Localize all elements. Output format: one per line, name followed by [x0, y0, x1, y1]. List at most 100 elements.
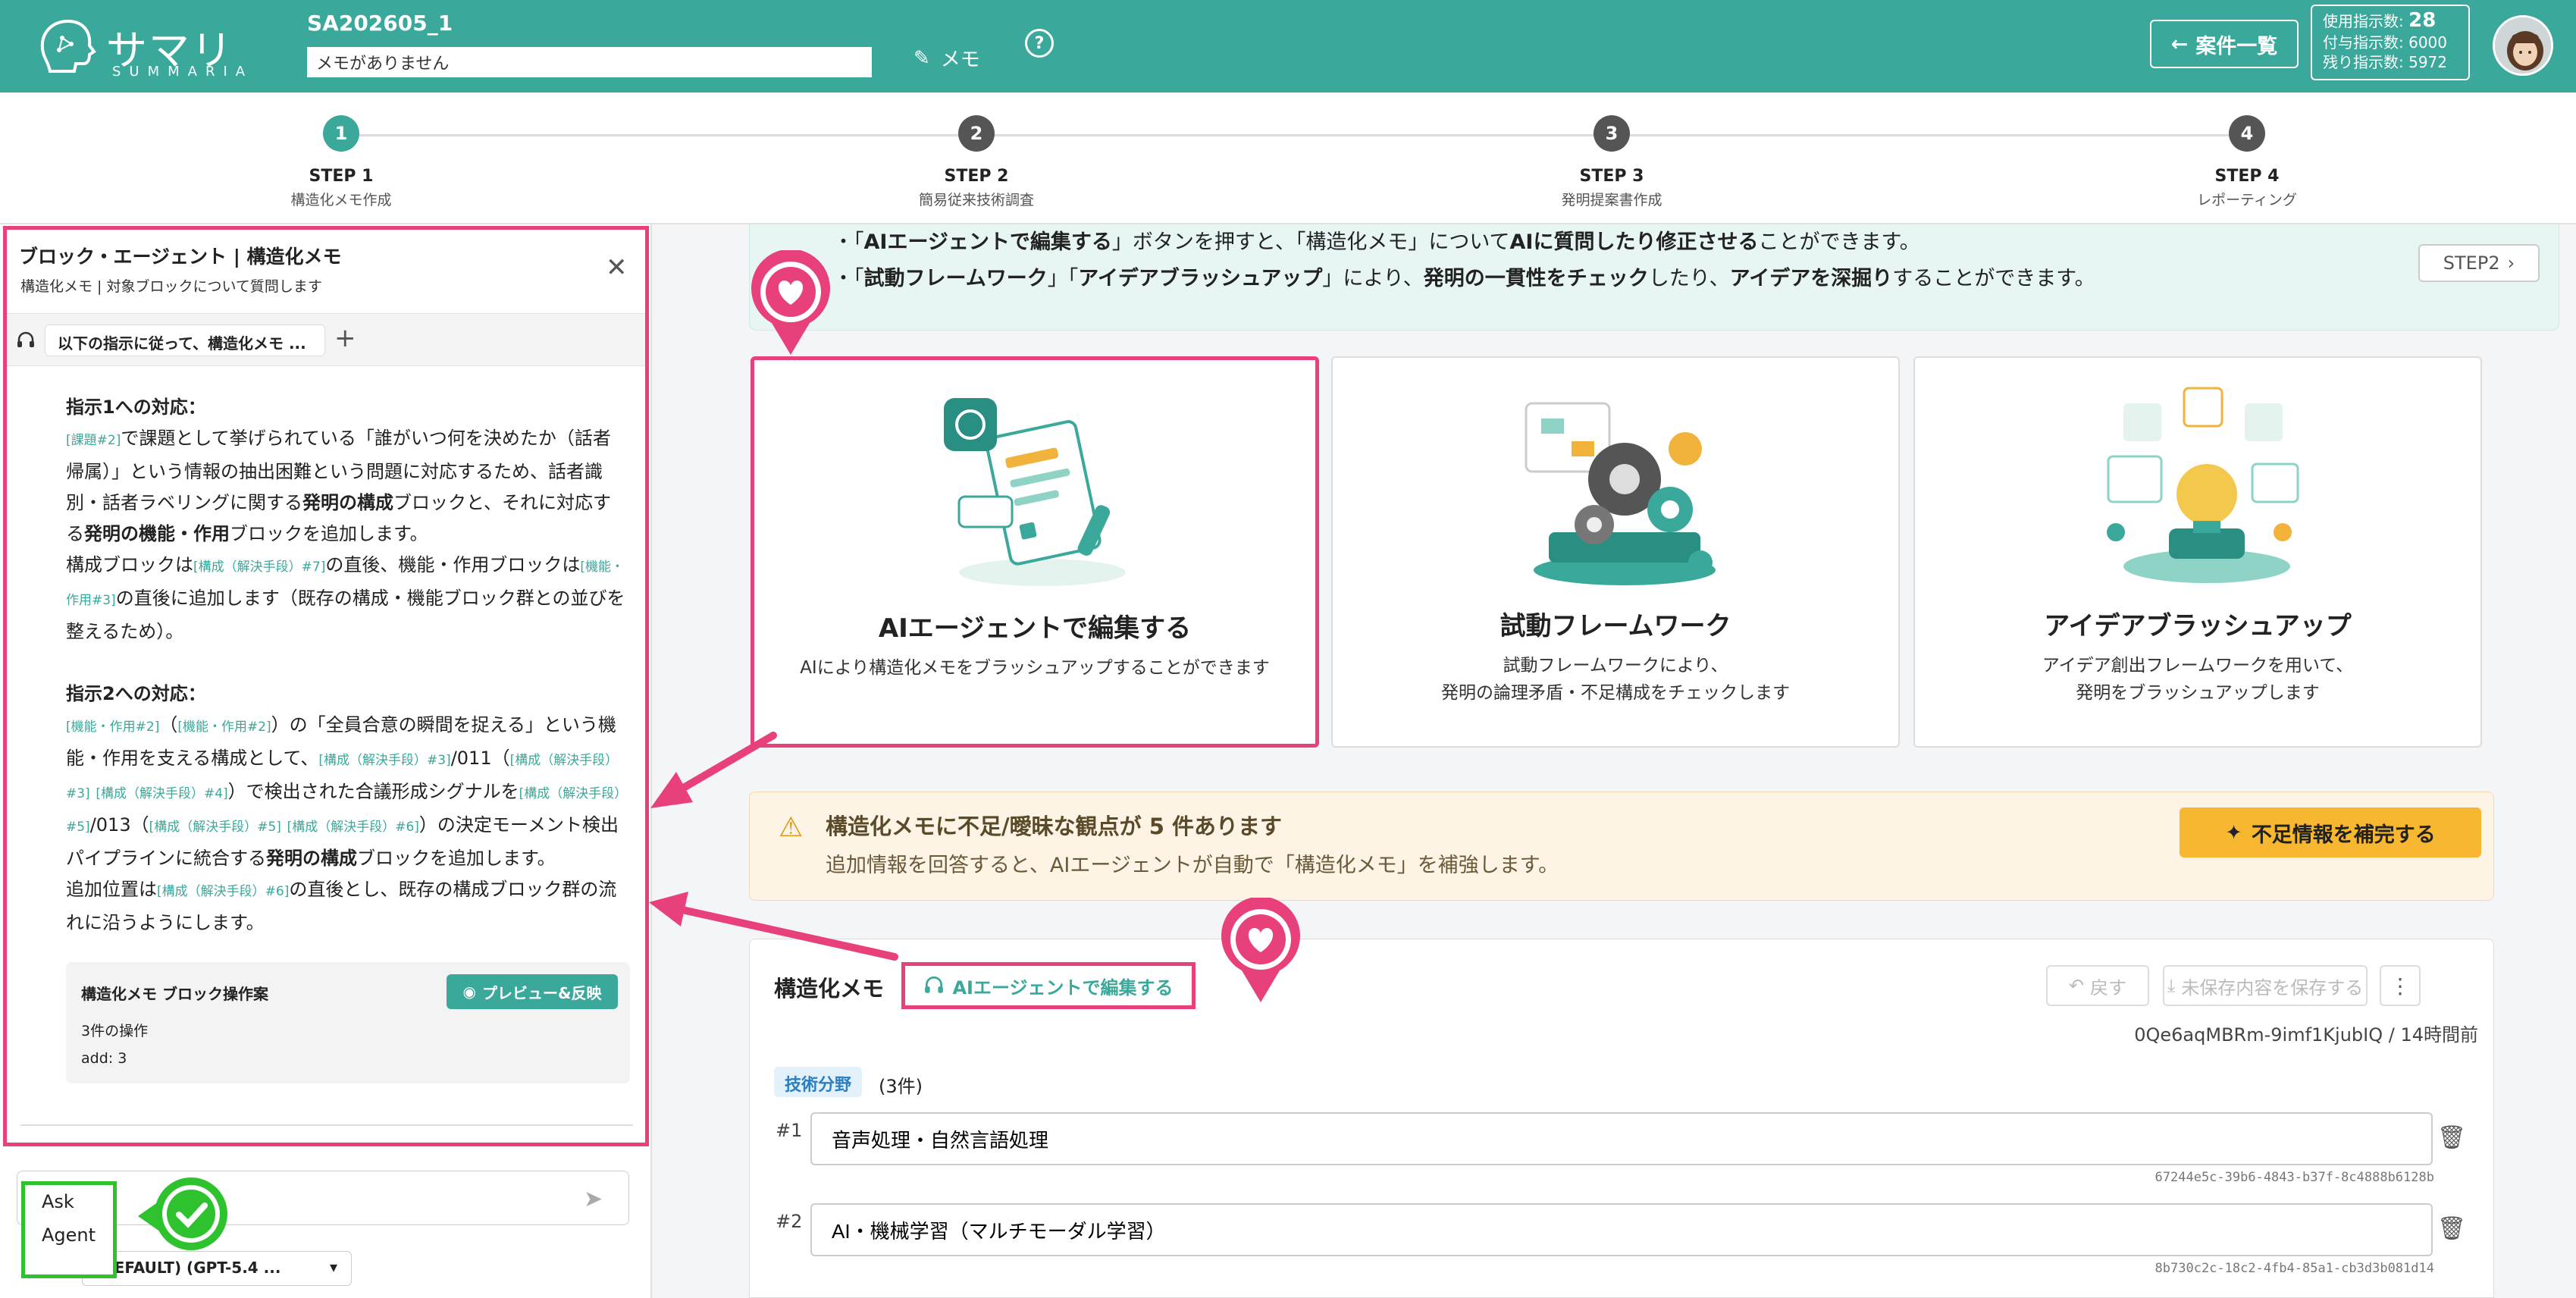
- memo-row-input[interactable]: [810, 1112, 2433, 1165]
- undo-icon: ↶: [2068, 975, 2085, 996]
- ops-add: add: 3: [81, 1050, 127, 1067]
- card-1-desc-1: AIにより構造化メモをブラッシュアップすることができます: [800, 658, 1270, 678]
- ref-tag[interactable]: [構成（解決手段）#6]: [287, 820, 419, 835]
- logo-subtext: SUMMARIA: [112, 64, 254, 80]
- memo-id-timestamp: 0Qe6aqMBRm-9imf1KjubIQ / 14時間前: [2134, 1024, 2478, 1046]
- memo-field[interactable]: [307, 47, 872, 77]
- trash-icon[interactable]: 🗑: [2437, 1215, 2466, 1242]
- help-icon[interactable]: ?: [1025, 29, 1054, 58]
- ai-agent-edit-button[interactable]: AIエージェントで編集する: [901, 962, 1196, 1009]
- field-count: (3件): [879, 1076, 923, 1097]
- pencil-icon: ✎: [914, 46, 930, 70]
- step-1[interactable]: 1 STEP 1 構造化メモ作成: [227, 115, 455, 209]
- chat-paragraph-1: [課題#2]で課題として挙げられている「誰がいつ何を決めたか（話者帰属）」という…: [66, 423, 627, 550]
- panel-title: ブロック・エージェント | 構造化メモ: [19, 246, 342, 268]
- step2-label: STEP2: [2443, 252, 2500, 274]
- ai-document-illustration: [944, 398, 1126, 586]
- chevron-right-icon: ›: [2507, 252, 2515, 274]
- save-label: 未保存内容を保存する: [2181, 977, 2364, 999]
- p3-c: /011（: [450, 748, 510, 769]
- avatar[interactable]: [2493, 15, 2553, 76]
- step2-button[interactable]: STEP2 ›: [2418, 244, 2540, 282]
- preview-label: プレビュー&反映: [482, 983, 602, 1002]
- missing-info-alert: ⚠ 構造化メモに不足/曖昧な観点が 5 件あります 追加情報を回答すると、AIエ…: [749, 792, 2494, 901]
- quota-remaining: 残り指示数: 5972: [2323, 53, 2447, 71]
- step-4[interactable]: 4 STEP 4 レポーティング: [2133, 115, 2361, 209]
- save-button[interactable]: ⤓ 未保存内容を保存する: [2163, 965, 2368, 1006]
- add-tab-icon[interactable]: +: [334, 323, 356, 353]
- step-2[interactable]: 2 STEP 2 簡易従来技術調査: [863, 115, 1090, 209]
- panel-subtitle: 構造化メモ | 対象ブロックについて質問します: [20, 278, 322, 295]
- info-l2-b: 試動フレームワーク: [863, 267, 1048, 290]
- step-3-sub: 発明提案書作成: [1561, 192, 1662, 208]
- headset-icon: [17, 331, 34, 347]
- download-icon: ⤓: [2167, 975, 2176, 996]
- row-number: #2: [776, 1211, 803, 1232]
- ref-tag[interactable]: [機能・作用#2]: [66, 720, 159, 735]
- chat-paragraph-3: [機能・作用#2]（[機能・作用#2]）の「全員合意の瞬間を捉える」という機能・…: [66, 710, 627, 874]
- chat-tabs: 以下の指示に従って、構造化メモ ... +: [7, 313, 645, 366]
- more-options-icon[interactable]: ⋮: [2380, 965, 2421, 1006]
- trash-icon[interactable]: 🗑: [2437, 1124, 2466, 1151]
- agent-side-panel: ブロック・エージェント | 構造化メモ 構造化メモ | 対象ブロックについて質問…: [0, 224, 652, 1298]
- quota-granted: 付与指示数: 6000: [2323, 33, 2447, 52]
- card-ai-agent[interactable]: AIエージェントで編集する AIにより構造化メモをブラッシュアップすることができ…: [751, 356, 1319, 748]
- chat-tab[interactable]: 以下の指示に従って、構造化メモ ...: [45, 324, 325, 356]
- card-trial-framework[interactable]: 試動フレームワーク 試動フレームワークにより、 発明の論理矛盾・不足構成をチェック…: [1331, 356, 1900, 748]
- summaria-logo[interactable]: サマリア SUMMARIA: [36, 14, 256, 134]
- p2-b: の直後、機能・作用ブロックは: [325, 554, 581, 575]
- headset-icon: [925, 976, 944, 993]
- card-3-desc: アイデア創出フレームワークを用いて、 発明をブラッシュアップします: [1915, 652, 2480, 707]
- model-select[interactable]: (DEFAULT) (GPT-5.4 ... ▾: [82, 1251, 352, 1286]
- p2-c: の直後に追加します（既存の構成・機能ブロック群との並びを整えるため）。: [66, 588, 625, 642]
- p3-d: ）で検出された合議形成シグナルを: [227, 781, 519, 802]
- p3-g: 発明の構成: [266, 848, 357, 869]
- step-3-label: STEP 3: [1579, 167, 1644, 186]
- stepper-line: [349, 134, 2259, 136]
- step-3[interactable]: 3 STEP 3 発明提案書作成: [1498, 115, 1725, 209]
- preview-apply-button[interactable]: ◉ プレビュー&反映: [447, 974, 618, 1009]
- ref-tag[interactable]: [構成（解決手段）#4]: [96, 786, 227, 801]
- fill-missing-info-button[interactable]: ✦ 不足情報を補完する: [2180, 807, 2481, 857]
- close-icon[interactable]: ✕: [606, 252, 628, 283]
- memo-title: 構造化メモ: [774, 976, 885, 1002]
- info-l2-h: アイデアを深掘り: [1729, 267, 1893, 290]
- project-list-button[interactable]: ← 案件一覧: [2150, 20, 2299, 68]
- info-l2-f: 発明の一貫性をチェック: [1423, 267, 1649, 290]
- ref-tag[interactable]: [機能・作用#2]: [177, 720, 271, 735]
- app-header: サマリア SUMMARIA SA202605_1 ✎ メモ ? ← 案件一覧 使…: [0, 0, 2576, 134]
- send-icon[interactable]: ➤: [584, 1186, 603, 1212]
- warning-icon: ⚠: [779, 812, 804, 843]
- memo-button[interactable]: ✎ メモ: [914, 44, 980, 72]
- info-l2-c: 」「: [1047, 267, 1079, 290]
- agent-panel-highlight: ブロック・エージェント | 構造化メモ 構造化メモ | 対象ブロックについて質問…: [3, 226, 649, 1146]
- row-number: #1: [776, 1120, 803, 1141]
- ref-tag[interactable]: [構成（解決手段）#7]: [193, 560, 325, 575]
- undo-label: 戻す: [2090, 977, 2127, 999]
- info-line-2: ・「試動フレームワーク」「アイデアブラッシュアップ」により、発明の一貫性をチェッ…: [750, 261, 2559, 297]
- ref-tag[interactable]: [課題#2]: [66, 433, 121, 448]
- card-1-desc: AIにより構造化メモをブラッシュアップすることができます: [754, 654, 1315, 682]
- user-avatar-icon: [2495, 17, 2551, 74]
- ref-tag[interactable]: [構成（解決手段）#6]: [157, 884, 289, 899]
- check-badge-icon: [138, 1177, 227, 1250]
- p3-h: ブロックを追加します。: [357, 848, 556, 869]
- arrow-left-icon: ←: [2170, 32, 2189, 56]
- field-chip: 技術分野: [774, 1067, 863, 1097]
- info-l2-e: 」により、: [1322, 267, 1424, 290]
- info-l1-c: 」ボタンを押すと、「構造化メモ」について: [1111, 230, 1510, 254]
- memo-button-label: メモ: [940, 49, 980, 71]
- memo-row-input[interactable]: [810, 1203, 2433, 1256]
- divider: [20, 1124, 633, 1126]
- alert-desc: 追加情報を回答すると、AIエージェントが自動で「構造化メモ」を補強します。: [826, 854, 1559, 877]
- undo-button[interactable]: ↶ 戻す: [2046, 965, 2149, 1006]
- p2-a: 構成ブロックは: [66, 554, 193, 575]
- ref-tag[interactable]: [構成（解決手段）#3]: [318, 753, 450, 768]
- card-idea-brushup[interactable]: アイデアブラッシュアップ アイデア創出フレームワークを用いて、 発明をブラッシュア…: [1913, 356, 2482, 748]
- step-1-sub: 構造化メモ作成: [290, 192, 392, 208]
- mode-agent[interactable]: Agent: [25, 1218, 113, 1252]
- mode-ask[interactable]: Ask: [25, 1185, 113, 1218]
- model-label: (DEFAULT) (GPT-5.4 ...: [95, 1259, 281, 1277]
- step-2-circle: 2: [958, 115, 995, 152]
- ref-tag[interactable]: [構成（解決手段）#5]: [149, 820, 281, 835]
